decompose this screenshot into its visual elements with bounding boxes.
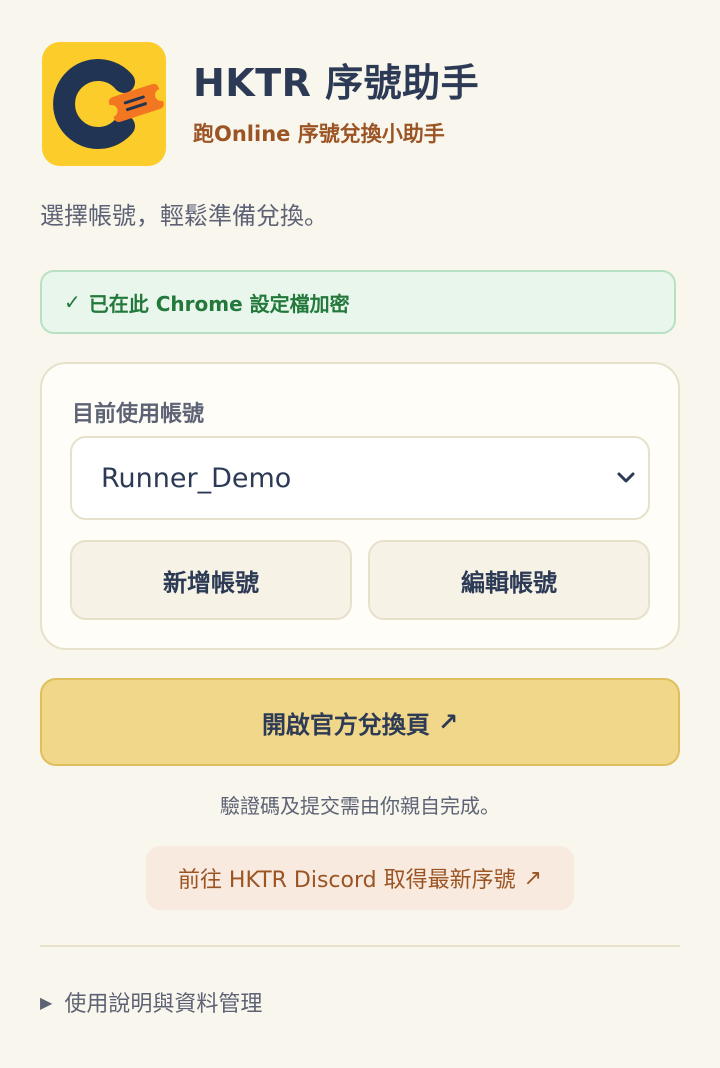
account-select[interactable]: Runner_Demo <box>70 436 650 520</box>
account-label: 目前使用帳號 <box>72 402 205 427</box>
account-card: 目前使用帳號 Runner_Demo 新增帳號 編輯帳號 <box>40 362 680 650</box>
open-redeem-page-button[interactable]: 開啟官方兌換頁 ↗ <box>40 678 680 766</box>
help-details-toggle[interactable]: ▶ 使用說明與資料管理 <box>40 986 262 1018</box>
intro-text: 選擇帳號，輕鬆準備兌換。 <box>40 202 328 230</box>
app-header: HKTR 序號助手 跑Online 序號兌換小助手 <box>42 42 479 166</box>
chevron-down-icon <box>617 472 635 483</box>
verification-note: 驗證碼及提交需由你親自完成。 <box>220 794 500 818</box>
account-select-value: Runner_Demo <box>101 462 292 494</box>
app-subtitle: 跑Online 序號兌換小助手 <box>193 122 445 146</box>
open-redeem-page-label: 開啟官方兌換頁 <box>261 710 430 739</box>
encryption-status-text: 已在此 Chrome 設定檔加密 <box>88 291 350 316</box>
app-title: HKTR 序號助手 <box>193 61 480 105</box>
discord-link-label: 前往 HKTR Discord 取得最新序號 <box>177 868 516 893</box>
disclosure-triangle-icon: ▶ <box>40 992 53 1012</box>
edit-account-button[interactable]: 編輯帳號 <box>368 540 650 620</box>
check-icon: ✓ <box>64 290 81 314</box>
external-link-icon: ↗ <box>523 865 543 891</box>
ticket-c-logo-icon <box>42 42 166 166</box>
external-link-icon: ↗ <box>437 708 459 736</box>
encryption-status-banner: ✓ 已在此 Chrome 設定檔加密 <box>40 270 676 334</box>
help-details-label: 使用說明與資料管理 <box>64 992 263 1017</box>
divider <box>40 945 680 947</box>
add-account-button[interactable]: 新增帳號 <box>70 540 352 620</box>
discord-link-button[interactable]: 前往 HKTR Discord 取得最新序號 ↗ <box>146 846 574 910</box>
